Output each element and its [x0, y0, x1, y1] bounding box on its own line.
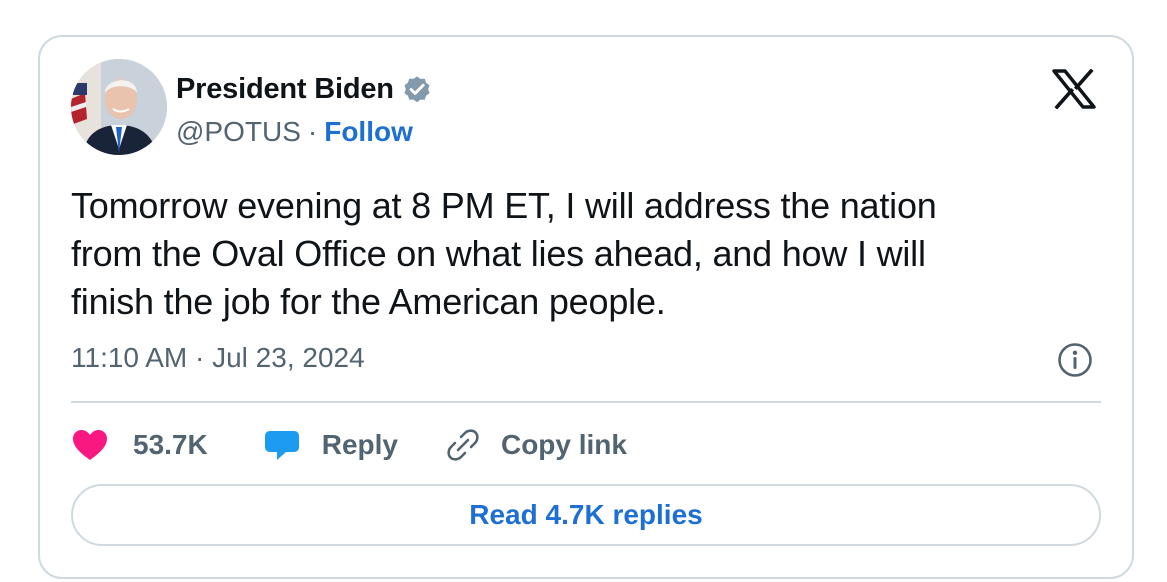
- divider: [71, 401, 1101, 403]
- action-row: 53.7K Reply Copy link: [71, 423, 627, 467]
- tweet-timestamp[interactable]: 11:10 AM · Jul 23, 2024: [71, 342, 365, 374]
- reply-bubble-icon: [264, 427, 300, 463]
- like-count: 53.7K: [133, 429, 208, 460]
- reply-label: Reply: [321, 429, 398, 460]
- portrait-avatar: [71, 59, 167, 155]
- reply-button[interactable]: Reply: [264, 427, 398, 463]
- like-button[interactable]: 53.7K: [71, 428, 208, 462]
- follow-link[interactable]: Follow: [324, 116, 413, 148]
- heart-icon: [71, 428, 109, 462]
- separator-dot: ·: [307, 116, 318, 147]
- tweet-text: Tomorrow evening at 8 PM ET, I will addr…: [71, 182, 1071, 326]
- author-name[interactable]: President Biden: [176, 73, 394, 106]
- link-icon: [446, 428, 480, 462]
- author-name-row: President Biden: [176, 69, 433, 109]
- avatar[interactable]: [71, 59, 167, 155]
- copy-link-label: Copy link: [500, 429, 627, 460]
- tweet-text-line: finish the job for the American people.: [71, 281, 666, 322]
- read-replies-button[interactable]: Read 4.7K replies: [71, 484, 1101, 546]
- read-replies-label: Read 4.7K replies: [469, 499, 703, 530]
- tweet-text-line: from the Oval Office on what lies ahead,…: [71, 233, 926, 274]
- author-handle[interactable]: @POTUS: [176, 116, 301, 148]
- copy-link-button[interactable]: Copy link: [446, 428, 627, 462]
- info-icon[interactable]: [1056, 341, 1094, 379]
- handle-row: @POTUS · Follow: [176, 112, 413, 152]
- x-logo-icon[interactable]: [1052, 68, 1096, 110]
- tweet-text-line: Tomorrow evening at 8 PM ET, I will addr…: [71, 185, 937, 226]
- verified-badge-icon: [401, 73, 433, 105]
- tweet-card: President Biden @POTUS · Follow Tomorrow…: [38, 35, 1134, 579]
